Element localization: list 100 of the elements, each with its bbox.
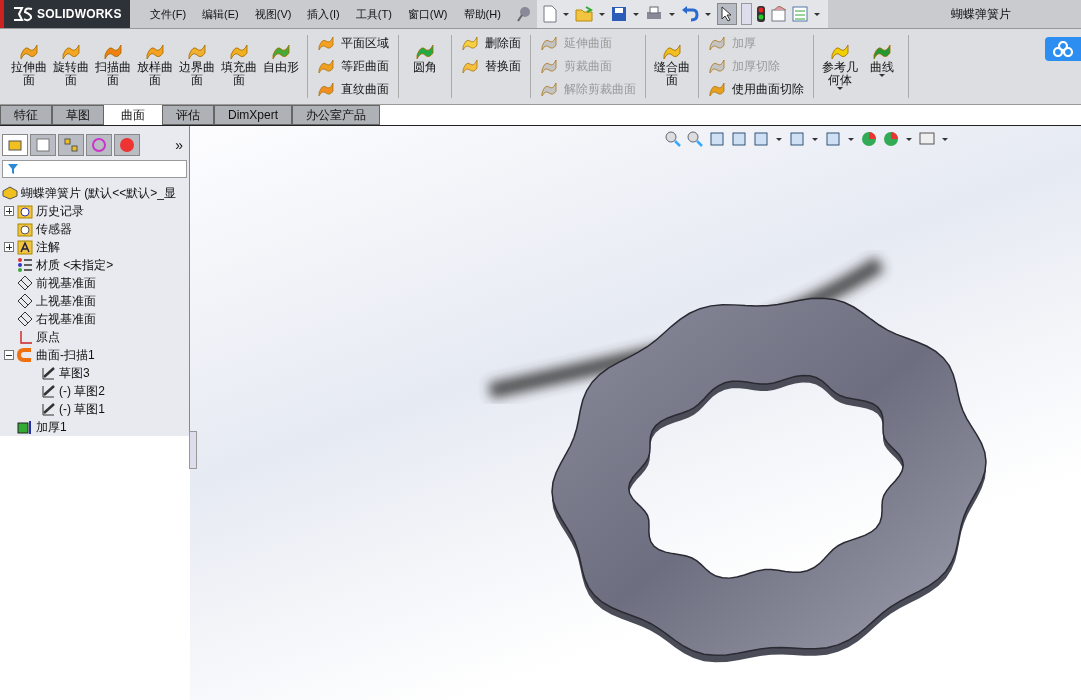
caret-icon[interactable]: [776, 137, 782, 141]
tree-item-label[interactable]: 前视基准面: [36, 274, 96, 292]
caret-icon[interactable]: [668, 12, 675, 16]
splitter-handle[interactable]: [189, 431, 197, 469]
tree-item-label[interactable]: 加厚1: [36, 418, 67, 436]
ribbon-button[interactable]: 平面区域: [317, 33, 389, 53]
panel-tab[interactable]: [114, 134, 140, 156]
panel-tab[interactable]: [86, 134, 112, 156]
caret-icon[interactable]: [837, 87, 843, 90]
caret-icon[interactable]: [598, 12, 605, 16]
panel-tab[interactable]: [30, 134, 56, 156]
caret-icon[interactable]: [848, 137, 854, 141]
sweep-icon: [17, 347, 33, 363]
ribbon-button[interactable]: 替换面: [461, 56, 521, 76]
expand-toggle[interactable]: [4, 242, 14, 252]
annotation-icon: [17, 239, 33, 255]
view-tool-icon[interactable]: [882, 130, 900, 148]
printer-icon[interactable]: [644, 6, 663, 22]
caret-icon[interactable]: [632, 12, 639, 16]
ribbon-button[interactable]: 旋转曲面: [52, 29, 90, 104]
filter-field[interactable]: [2, 160, 187, 178]
folder-icon[interactable]: [574, 6, 593, 22]
cloud-icon: [1052, 41, 1074, 57]
view-tool-icon[interactable]: [686, 130, 704, 148]
tree-item-label[interactable]: 右视基准面: [36, 310, 96, 328]
caret-icon[interactable]: [879, 74, 885, 77]
tree-item-label[interactable]: 原点: [36, 328, 60, 346]
caret-icon[interactable]: [812, 137, 818, 141]
tree-item-label[interactable]: 曲面-扫描1: [36, 346, 95, 364]
ribbon-button[interactable]: 删除面: [461, 33, 521, 53]
caret-icon[interactable]: [704, 12, 711, 16]
view-tool-icon[interactable]: [918, 130, 936, 148]
tree-item-label[interactable]: 材质 <未指定>: [36, 256, 114, 274]
tree-item-label[interactable]: 传感器: [36, 220, 72, 238]
menu-item[interactable]: 工具(T): [355, 6, 392, 22]
menu-item[interactable]: 视图(V): [254, 6, 292, 22]
caret-icon[interactable]: [906, 137, 912, 141]
ribbon-button[interactable]: 使用曲面切除: [708, 79, 804, 99]
tree-item-label[interactable]: (-) 草图1: [59, 400, 105, 418]
command-tab[interactable]: 特征: [0, 105, 52, 125]
command-tab[interactable]: 办公室产品: [292, 105, 380, 125]
caret-icon[interactable]: [942, 137, 948, 141]
ribbon-button[interactable]: 等距曲面: [317, 56, 389, 76]
checklist-icon[interactable]: [791, 6, 808, 22]
view-tool-icon[interactable]: [664, 130, 682, 148]
plane-icon: [17, 293, 33, 309]
ribbon-button[interactable]: 圆角: [406, 29, 444, 104]
origin-icon: [17, 329, 33, 345]
pin-icon[interactable]: [516, 6, 531, 22]
new-document-icon[interactable]: [542, 5, 557, 23]
view-tool-icon[interactable]: [708, 130, 726, 148]
panel-tab-icon: [35, 137, 51, 153]
expand-toggle[interactable]: [4, 206, 14, 216]
logo-icon: [12, 6, 34, 22]
view-tool-icon[interactable]: [860, 130, 878, 148]
undo-icon[interactable]: [680, 6, 699, 22]
surface-tool-icon: [540, 35, 558, 51]
command-tab[interactable]: DimXpert: [214, 105, 292, 125]
part-icon: [2, 186, 18, 200]
ribbon-button[interactable]: 边界曲面: [178, 29, 216, 104]
tree-item-label[interactable]: 注解: [36, 238, 60, 256]
material-icon: [17, 257, 33, 273]
wave-spring-model[interactable]: [551, 297, 987, 663]
menu-item[interactable]: 编辑(E): [202, 6, 239, 22]
expand-panel-button[interactable]: »: [175, 137, 187, 153]
tree-item-label[interactable]: 草图3: [59, 364, 90, 382]
thicken-icon: [17, 419, 33, 435]
view-tool-icon[interactable]: [730, 130, 748, 148]
view-tool-icon[interactable]: [788, 130, 806, 148]
ribbon-button[interactable]: 直纹曲面: [317, 79, 389, 99]
expand-toggle[interactable]: [4, 350, 14, 360]
ribbon-button[interactable]: 拉伸曲面: [10, 29, 48, 104]
caret-icon[interactable]: [813, 12, 820, 16]
menu-item[interactable]: 窗口(W): [407, 6, 448, 22]
ribbon-button[interactable]: 扫描曲面: [94, 29, 132, 104]
surface-tool-icon: [708, 35, 726, 51]
save-icon[interactable]: [610, 6, 627, 22]
panel-tab[interactable]: [58, 134, 84, 156]
cloud-button[interactable]: [1045, 37, 1081, 61]
command-tab[interactable]: 评估: [162, 105, 214, 125]
view-tool-icon[interactable]: [824, 130, 842, 148]
ribbon-button[interactable]: 曲线: [863, 29, 901, 104]
caret-icon[interactable]: [562, 12, 569, 16]
ribbon-button[interactable]: 填充曲面: [220, 29, 258, 104]
menu-item[interactable]: 文件(F): [150, 6, 187, 22]
command-tab[interactable]: 草图: [52, 105, 104, 125]
traffic-light-icon[interactable]: [755, 5, 766, 23]
tree-item[interactable]: 蝴蝶弹簧片 (默认<<默认>_显: [0, 184, 189, 202]
ribbon-button[interactable]: 放样曲面: [136, 29, 174, 104]
tree-item-label[interactable]: 上视基准面: [36, 292, 96, 310]
tree-item-label[interactable]: (-) 草图2: [59, 382, 105, 400]
menu-item[interactable]: 插入(I): [307, 6, 340, 22]
select-button[interactable]: [716, 3, 737, 25]
ribbon-button[interactable]: 参考几何体: [821, 29, 859, 104]
panel-tab[interactable]: [2, 134, 28, 156]
ribbon-button[interactable]: 缝合曲面: [653, 29, 691, 104]
tree-item-label[interactable]: 历史记录: [36, 202, 84, 220]
ribbon-button[interactable]: 自由形: [262, 29, 300, 104]
menu-item[interactable]: 帮助(H): [463, 6, 501, 22]
view-tool-icon[interactable]: [752, 130, 770, 148]
